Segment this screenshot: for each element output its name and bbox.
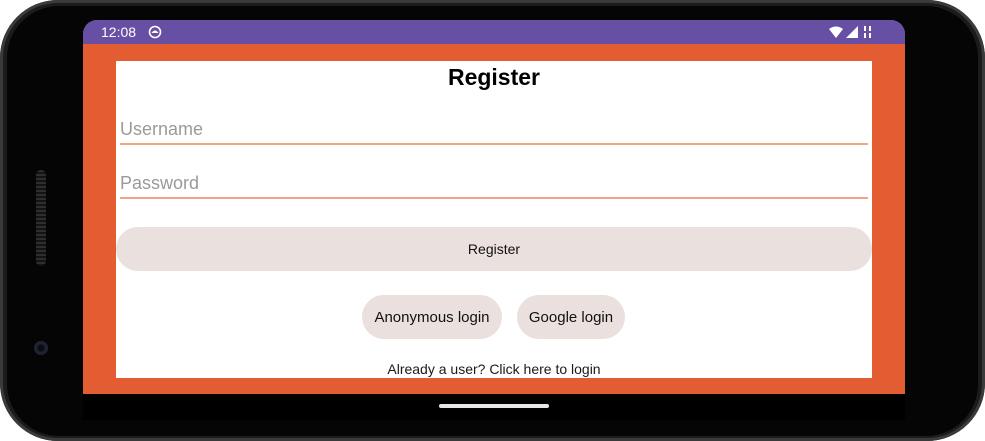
no-data-icon	[864, 26, 871, 38]
home-indicator[interactable]	[439, 404, 549, 408]
username-input[interactable]	[120, 111, 868, 143]
password-input[interactable]	[120, 165, 868, 197]
anonymous-login-button[interactable]: Anonymous login	[362, 295, 502, 339]
register-card: Register Register Anonymous login Google…	[116, 61, 872, 378]
wifi-icon	[829, 26, 843, 38]
front-camera	[34, 341, 48, 355]
notification-icon	[148, 25, 162, 39]
app-screen: 12:08 Register Username Register Anonymo…	[83, 20, 905, 394]
google-login-button[interactable]: Google login	[517, 295, 625, 339]
cell-signal-icon	[846, 26, 858, 38]
phone-frame: 12:08 Register Username Register Anonymo…	[0, 0, 985, 441]
login-link[interactable]: Already a user? Click here to login	[116, 361, 872, 377]
username-field	[120, 111, 868, 145]
status-time: 12:08	[101, 24, 137, 40]
status-bar: 12:08	[83, 20, 905, 44]
status-icons	[829, 25, 885, 39]
navigation-bar	[83, 394, 905, 420]
page-title: Register	[447, 64, 541, 90]
register-button[interactable]: Register	[116, 227, 872, 271]
password-field	[120, 165, 868, 199]
speaker-grille	[36, 170, 46, 266]
